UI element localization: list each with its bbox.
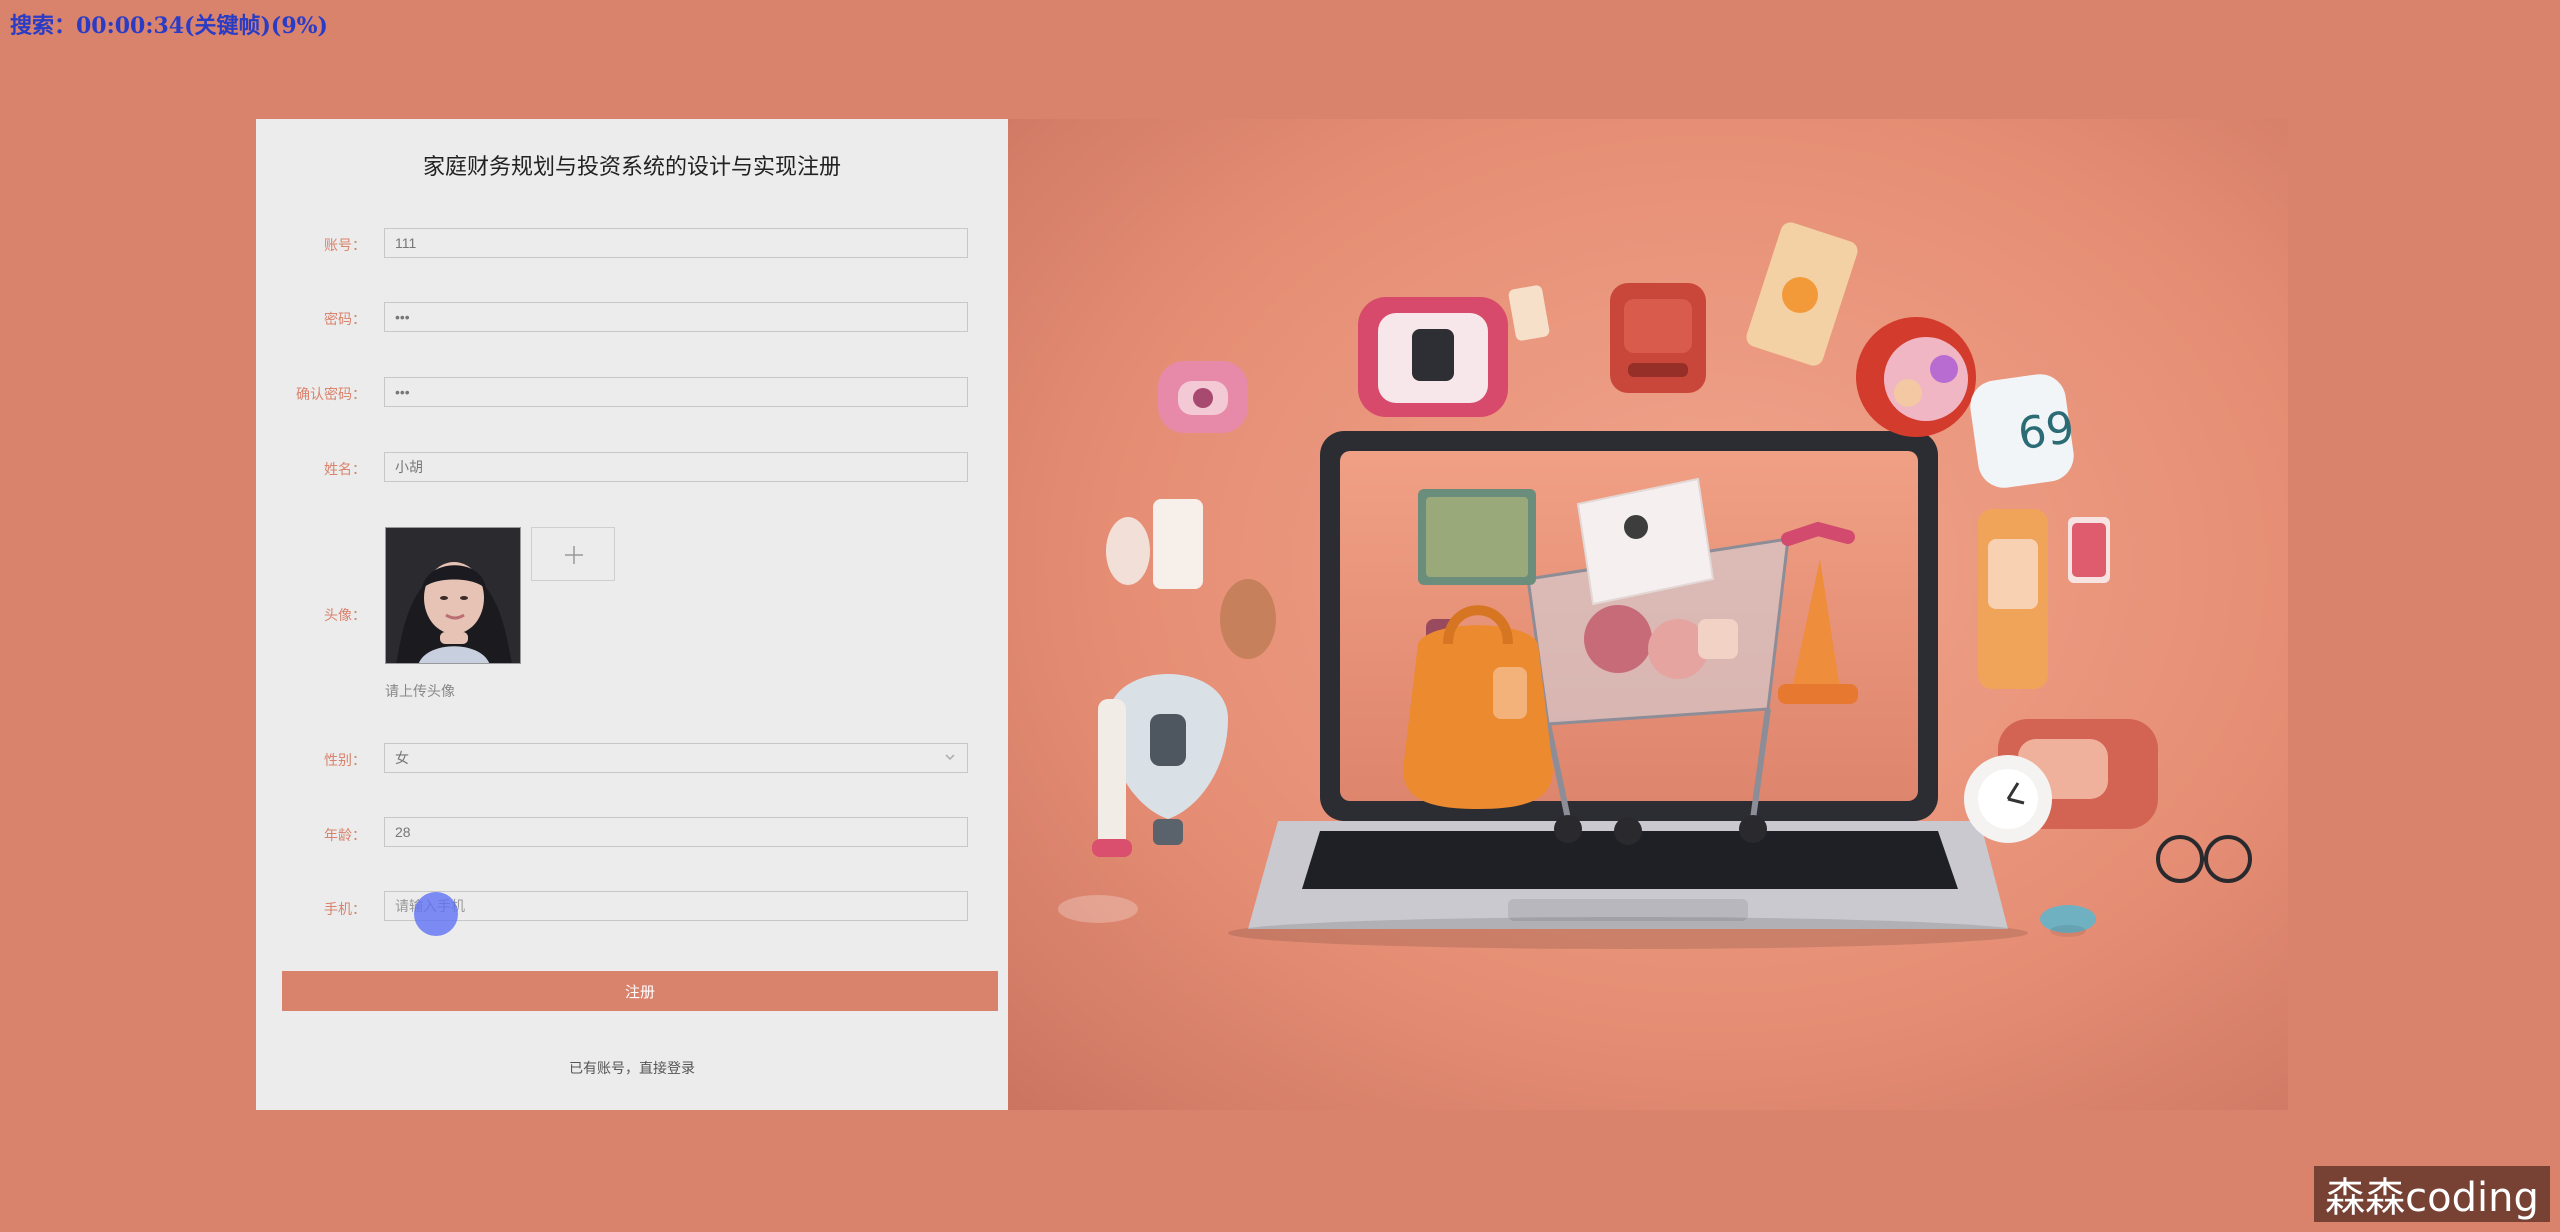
age-input-value: 28 [395,824,411,840]
account-label: 账号： [324,237,366,253]
page-title: 家庭财务规划与投资系统的设计与实现注册 [422,154,841,179]
account-input[interactable]: 111 [384,228,968,258]
watermark-badge: 森森coding [2314,1166,2550,1222]
avatar-preview[interactable] [385,527,521,664]
search-status-text: 搜索：00:00:34(关键帧)(9%) [10,13,328,39]
account-input-value: 111 [395,235,417,251]
gender-select-value: 女 [395,750,409,766]
phone-input[interactable]: 请输入手机 [384,891,968,921]
upload-hint: 请上传头像 [385,683,455,699]
svg-text:69: 69 [2015,402,2078,460]
password-input-value: ••• [395,309,410,325]
register-button[interactable]: 注册 [282,971,998,1011]
gender-label: 性别： [324,752,366,768]
add-avatar-button[interactable] [531,527,615,581]
pointer-cursor [414,892,458,936]
gender-select[interactable]: 女 [384,743,968,773]
register-card: 家庭财务规划与投资系统的设计与实现注册 账号： 111 密码： ••• 确认密码… [256,119,1008,1110]
confirm-password-label: 确认密码： [296,386,366,402]
password-input[interactable]: ••• [384,302,968,332]
phone-label: 手机： [324,901,366,917]
login-link[interactable]: 已有账号，直接登录 [256,1058,1008,1078]
age-label: 年龄： [324,827,366,843]
password-label: 密码： [324,311,366,327]
hero-illustration: 69 [1008,119,2288,1110]
name-input[interactable]: 小胡 [384,452,968,482]
age-input[interactable]: 28 [384,817,968,847]
confirm-password-input-value: ••• [395,384,410,400]
chevron-down-icon [943,750,957,764]
name-label: 姓名： [324,461,366,477]
avatar-label: 头像： [324,607,366,623]
confirm-password-input[interactable]: ••• [384,377,968,407]
name-input-value: 小胡 [395,459,423,475]
